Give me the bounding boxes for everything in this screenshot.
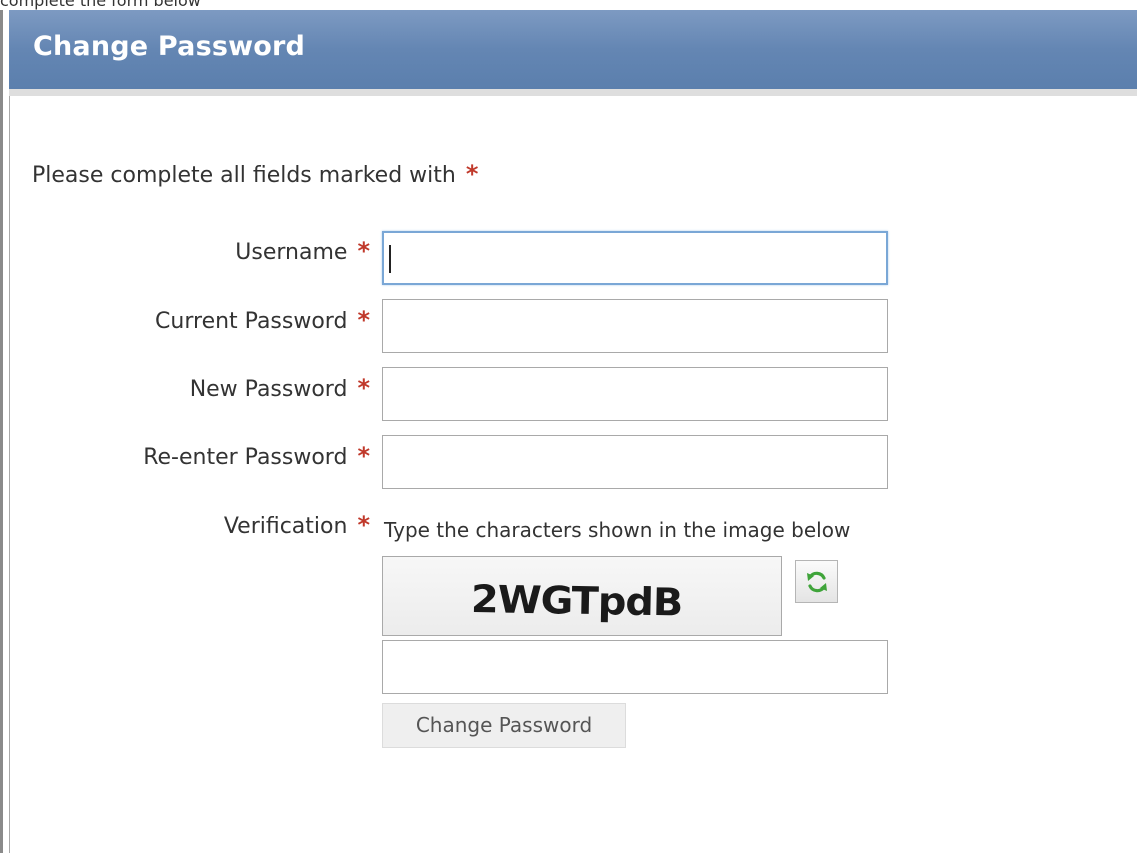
panel-border <box>9 96 10 853</box>
username-label: Username * <box>235 237 370 265</box>
required-asterisk: * <box>357 374 370 402</box>
current-password-label: Current Password * <box>155 306 370 334</box>
current-password-label-text: Current Password <box>155 309 348 334</box>
left-divider <box>0 10 3 853</box>
instructions-text: Please complete all fields marked with <box>32 163 456 188</box>
reenter-password-label-text: Re-enter Password <box>143 445 348 470</box>
captcha-characters: 2WGTpdB <box>470 577 683 625</box>
cut-off-text: complete the form below <box>0 0 201 10</box>
verification-label-text: Verification <box>223 514 348 539</box>
required-asterisk: * <box>357 442 370 470</box>
new-password-label-text: New Password <box>189 377 348 402</box>
top-strip: complete the form below <box>0 0 1137 10</box>
captcha-image: 2WGTpdB <box>382 556 782 636</box>
change-password-button[interactable]: Change Password <box>382 703 626 748</box>
username-input[interactable] <box>382 231 888 285</box>
required-asterisk: * <box>357 511 370 539</box>
text-caret <box>389 245 391 273</box>
current-password-input[interactable] <box>382 299 888 353</box>
reenter-password-input[interactable] <box>382 435 888 489</box>
new-password-input[interactable] <box>382 367 888 421</box>
username-label-text: Username <box>235 240 348 265</box>
change-password-page: complete the form below Change Password … <box>0 0 1137 853</box>
captcha-input[interactable] <box>382 640 888 694</box>
captcha-hint: Type the characters shown in the image b… <box>384 518 851 542</box>
required-asterisk: * <box>465 160 479 188</box>
verification-label: Verification * <box>224 511 370 539</box>
refresh-captcha-button[interactable] <box>795 560 838 603</box>
panel-header: Change Password <box>9 10 1137 96</box>
new-password-label: New Password * <box>190 374 370 402</box>
panel-title: Change Password <box>33 31 306 62</box>
reenter-password-label: Re-enter Password * <box>143 442 370 470</box>
required-asterisk: * <box>357 306 370 334</box>
required-asterisk: * <box>357 237 370 265</box>
refresh-icon <box>806 571 827 592</box>
form-instructions: Please complete all fields marked with * <box>32 160 478 188</box>
